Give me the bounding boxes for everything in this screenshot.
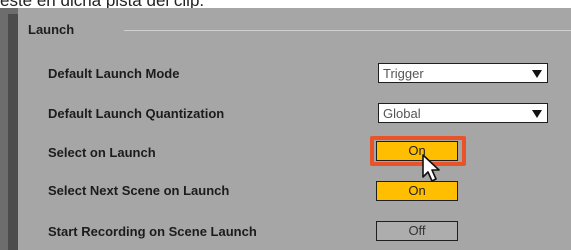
- select-on-launch-label: Select on Launch: [48, 145, 156, 160]
- select-on-launch-toggle[interactable]: On: [376, 141, 458, 161]
- group-divider: [124, 30, 571, 31]
- chevron-down-icon: [532, 110, 542, 118]
- select-next-scene-on-launch-label: Select Next Scene on Launch: [48, 183, 230, 198]
- start-recording-on-scene-launch-toggle[interactable]: Off: [376, 221, 458, 241]
- mouse-pointer-icon: [422, 154, 440, 182]
- group-title: Launch: [28, 22, 75, 37]
- sidebar-strip: [8, 14, 18, 250]
- default-launch-quantization-value: Global: [383, 106, 421, 121]
- default-launch-mode-label: Default Launch Mode: [48, 66, 180, 81]
- chevron-down-icon: [532, 70, 542, 78]
- launch-settings-panel: [18, 8, 571, 250]
- default-launch-mode-value: Trigger: [383, 66, 424, 81]
- select-next-scene-on-launch-toggle[interactable]: On: [376, 181, 458, 201]
- default-launch-mode-dropdown[interactable]: Trigger: [378, 63, 548, 83]
- default-launch-quantization-label: Default Launch Quantization: [48, 106, 225, 121]
- default-launch-quantization-dropdown[interactable]: Global: [378, 103, 548, 123]
- start-recording-on-scene-launch-label: Start Recording on Scene Launch: [48, 224, 257, 239]
